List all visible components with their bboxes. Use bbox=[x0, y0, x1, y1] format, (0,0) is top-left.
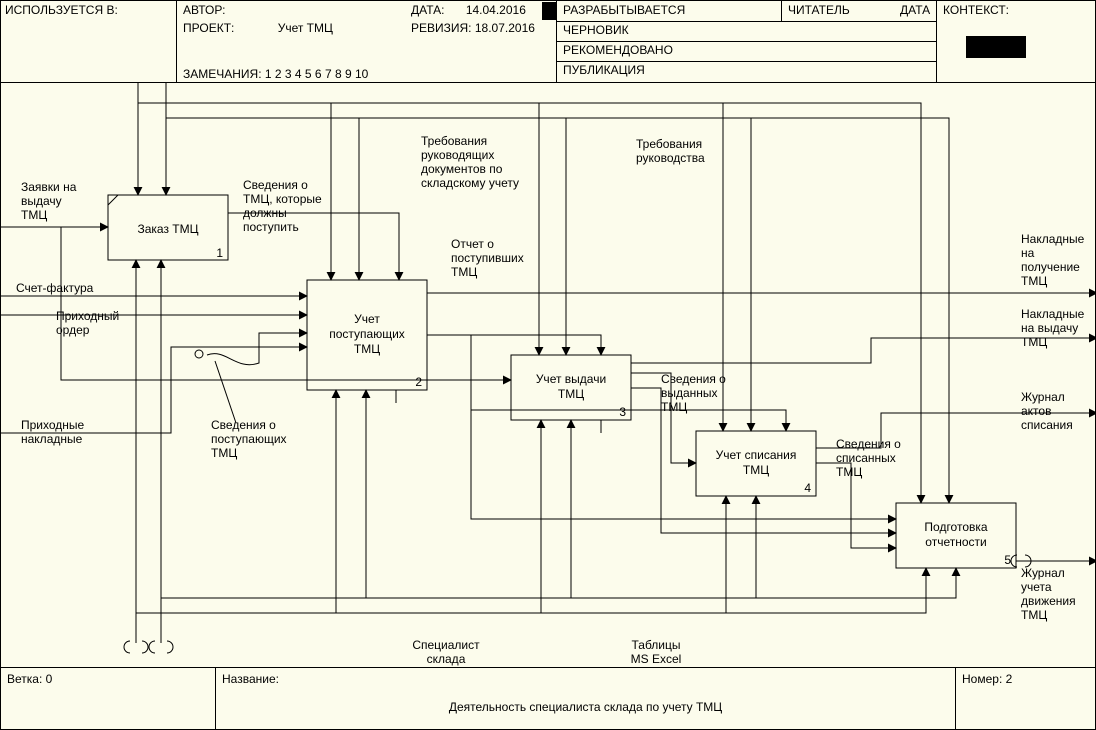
activity-box-2: Учет поступающих ТМЦ 2 bbox=[307, 280, 427, 390]
treb-doc-l4: складскому учету bbox=[421, 176, 519, 190]
branch-label: Ветка: bbox=[7, 672, 42, 686]
number-label: Номер: bbox=[962, 672, 1002, 686]
otchet-post-l1: Отчет о bbox=[451, 237, 494, 251]
revision-value: 18.07.2016 bbox=[475, 21, 535, 35]
mech-spec-l1: Специалист bbox=[412, 638, 480, 652]
mech-excel-l2: MS Excel bbox=[631, 652, 682, 666]
status-draft: ЧЕРНОВИК bbox=[563, 23, 629, 37]
activity-box-4: Учет списания ТМЦ 4 bbox=[696, 431, 816, 496]
box3-l1: Учет выдачи bbox=[536, 372, 606, 386]
treb-doc-l3: документов по bbox=[421, 162, 503, 176]
sved-post-l2: поступающих bbox=[211, 432, 287, 446]
notes-label: ЗАМЕЧАНИЯ: bbox=[183, 67, 262, 81]
treb-doc-l2: руководящих bbox=[421, 148, 494, 162]
date-label: ДАТА: bbox=[411, 3, 444, 17]
context-box-icon bbox=[966, 36, 1026, 58]
out-nakl-pol-l1: Накладные bbox=[1021, 232, 1085, 246]
box1-title: Заказ ТМЦ bbox=[137, 222, 198, 236]
activity-box-5: Подготовка отчетности 5 bbox=[896, 503, 1016, 568]
mech-excel-l1: Таблицы bbox=[631, 638, 680, 652]
author-label: АВТОР: bbox=[183, 3, 225, 17]
out-zhurnal-dv-l3: движения bbox=[1021, 594, 1076, 608]
title-label: Название: bbox=[222, 672, 279, 686]
in-prihorder-l2: ордер bbox=[56, 323, 90, 337]
box5-num: 5 bbox=[1004, 553, 1011, 567]
activity-box-1: Заказ ТМЦ 1 bbox=[108, 195, 228, 260]
context-label: КОНТЕКСТ: bbox=[943, 3, 1009, 17]
in-prihorder-l1: Приходный bbox=[56, 309, 119, 323]
idef0-svg: Заказ ТМЦ 1 Учет поступающих ТМЦ 2 Учет … bbox=[1, 83, 1096, 668]
box3-num: 3 bbox=[619, 405, 626, 419]
treb-doc-l1: Требования bbox=[421, 134, 487, 148]
reader-date-label: ДАТА bbox=[900, 3, 930, 17]
mech-spec-l2: склада bbox=[427, 652, 466, 666]
box4-l1: Учет списания bbox=[716, 448, 797, 462]
out-nakl-vyd-l2: на выдачу bbox=[1021, 321, 1078, 335]
in-zayavki-l1: Заявки на bbox=[21, 180, 77, 194]
used-in-label: ИСПОЛЬЗУЕТСЯ В: bbox=[5, 3, 118, 17]
in-zayavki-l3: ТМЦ bbox=[21, 208, 47, 222]
diagram-area: Заказ ТМЦ 1 Учет поступающих ТМЦ 2 Учет … bbox=[0, 83, 1096, 668]
out-zhurnal-akt-l3: списания bbox=[1021, 418, 1073, 432]
number-value: 2 bbox=[1006, 672, 1013, 686]
out-nakl-pol-l4: ТМЦ bbox=[1021, 274, 1047, 288]
sved-dolzhny-l3: должны bbox=[243, 206, 287, 220]
reader-label: ЧИТАТЕЛЬ bbox=[788, 3, 850, 17]
treb-ruk-l2: руководства bbox=[636, 151, 705, 165]
notes-value: 1 2 3 4 5 6 7 8 9 10 bbox=[265, 67, 368, 81]
otchet-post-l2: поступивших bbox=[451, 251, 524, 265]
out-nakl-pol-l2: на bbox=[1021, 246, 1035, 260]
status-developing: РАЗРАБЫТЫВАЕТСЯ bbox=[563, 3, 685, 17]
project-value: Учет ТМЦ bbox=[278, 21, 333, 35]
box5-l2: отчетности bbox=[925, 535, 986, 549]
date-value: 14.04.2016 bbox=[466, 3, 526, 17]
sved-dolzhny-l2: ТМЦ, которые bbox=[243, 192, 322, 206]
out-zhurnal-dv-l2: учета bbox=[1021, 580, 1052, 594]
box2-num: 2 bbox=[415, 375, 422, 389]
box3-l2: ТМЦ bbox=[558, 387, 584, 401]
out-zhurnal-dv-l4: ТМЦ bbox=[1021, 608, 1047, 622]
sved-post-l1: Сведения о bbox=[211, 418, 276, 432]
status-pub: ПУБЛИКАЦИЯ bbox=[563, 63, 645, 77]
out-nakl-vyd-l3: ТМЦ bbox=[1021, 335, 1047, 349]
sved-vyd-l2: выданных bbox=[661, 386, 718, 400]
in-schet: Счет-фактура bbox=[16, 281, 94, 295]
out-zhurnal-akt-l2: актов bbox=[1021, 404, 1051, 418]
title-value: Деятельность специалиста склада по учету… bbox=[449, 700, 722, 714]
sved-spis-l2: списанных bbox=[836, 451, 896, 465]
idef0-diagram-page: ИСПОЛЬЗУЕТСЯ В: АВТОР: ПРОЕКТ: Учет ТМЦ … bbox=[0, 0, 1096, 730]
treb-ruk-l1: Требования bbox=[636, 137, 702, 151]
out-nakl-pol-l3: получение bbox=[1021, 260, 1080, 274]
out-zhurnal-akt-l1: Журнал bbox=[1021, 390, 1065, 404]
box5-l1: Подготовка bbox=[924, 520, 987, 534]
status-marker-icon bbox=[542, 2, 556, 20]
header: ИСПОЛЬЗУЕТСЯ В: АВТОР: ПРОЕКТ: Учет ТМЦ … bbox=[0, 0, 1096, 83]
sved-post-l3: ТМЦ bbox=[211, 446, 237, 460]
box4-l2: ТМЦ bbox=[743, 463, 769, 477]
sved-spis-l1: Сведения о bbox=[836, 437, 901, 451]
sved-dolzhny-l4: поступить bbox=[243, 220, 299, 234]
sved-spis-l3: ТМЦ bbox=[836, 465, 862, 479]
footer: Ветка: 0 Название: Деятельность специали… bbox=[0, 668, 1096, 730]
box2-l1: Учет bbox=[354, 312, 380, 326]
out-zhurnal-dv-l1: Журнал bbox=[1021, 566, 1065, 580]
status-rec: РЕКОМЕНДОВАНО bbox=[563, 43, 673, 57]
in-prihnakl-l1: Приходные bbox=[21, 418, 85, 432]
sved-vyd-l3: ТМЦ bbox=[661, 400, 687, 414]
branch-value: 0 bbox=[46, 672, 53, 686]
box4-num: 4 bbox=[804, 481, 811, 495]
in-zayavki-l2: выдачу bbox=[21, 194, 62, 208]
in-prihnakl-l2: накладные bbox=[21, 432, 83, 446]
otchet-post-l3: ТМЦ bbox=[451, 265, 477, 279]
box2-l3: ТМЦ bbox=[354, 342, 380, 356]
out-nakl-vyd-l1: Накладные bbox=[1021, 307, 1085, 321]
sved-dolzhny-l1: Сведения о bbox=[243, 178, 308, 192]
box2-l2: поступающих bbox=[329, 327, 405, 341]
revision-label: РЕВИЗИЯ: bbox=[411, 21, 472, 35]
box1-num: 1 bbox=[216, 246, 223, 260]
project-label: ПРОЕКТ: bbox=[183, 21, 234, 35]
